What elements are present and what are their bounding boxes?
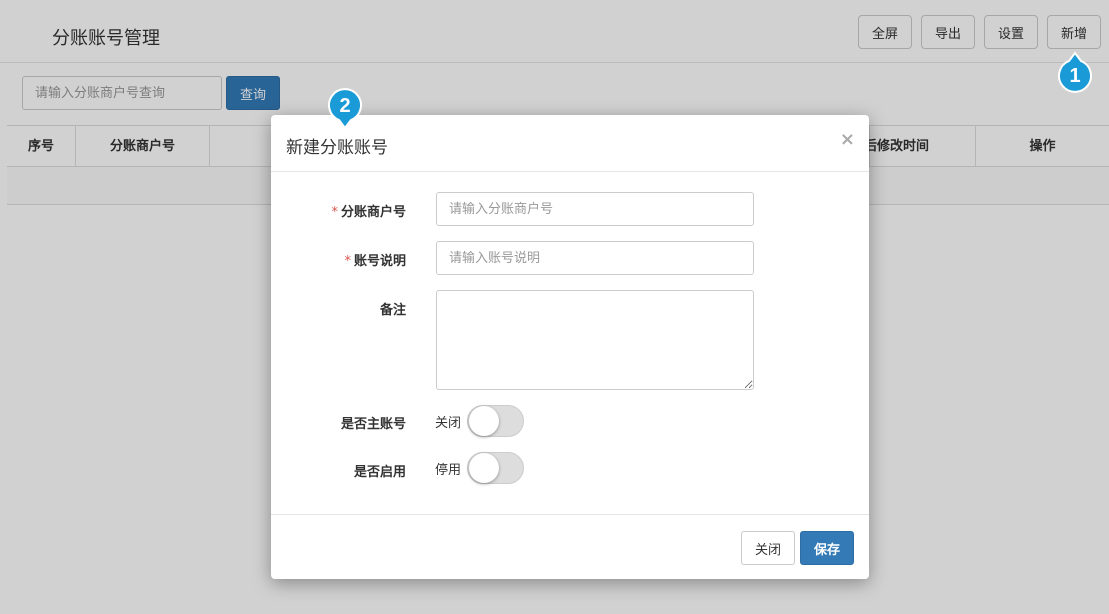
modal-footer: 关闭 保存 <box>271 514 869 579</box>
toggle-knob <box>469 453 499 483</box>
remark-textarea[interactable] <box>436 290 754 390</box>
modal-title: 新建分账账号 <box>286 138 388 158</box>
merchant-label: * 分账商户号 <box>271 201 406 220</box>
step-marker-2: 2 <box>328 88 362 130</box>
step-marker-1: 1 <box>1058 51 1092 93</box>
is-main-label: 是否主账号 <box>340 417 406 432</box>
merchant-input[interactable] <box>436 192 754 226</box>
close-icon[interactable]: × <box>840 129 855 150</box>
is-enabled-state-text: 停用 <box>435 463 462 478</box>
required-mark: * <box>331 205 338 220</box>
save-button[interactable]: 保存 <box>800 531 854 565</box>
step-marker-number: 1 <box>1069 65 1080 87</box>
description-label-text: 账号说明 <box>353 254 406 269</box>
create-account-modal: 新建分账账号 × *分账商户号 *账号说明 备注 是否主账号 关闭 是否启用 停… <box>271 115 869 579</box>
toggle-knob <box>469 406 499 436</box>
description-label: * 账号说明 <box>271 250 406 269</box>
remark-label: 备注 <box>379 303 406 318</box>
step-marker-number: 2 <box>339 95 350 117</box>
required-mark: * <box>344 254 351 269</box>
description-input[interactable] <box>436 241 754 275</box>
is-enabled-label: 是否启用 <box>353 465 406 480</box>
is-enabled-toggle[interactable] <box>467 452 524 484</box>
close-button[interactable]: 关闭 <box>741 531 795 565</box>
is-main-toggle[interactable] <box>467 405 524 437</box>
merchant-label-text: 分账商户号 <box>340 205 406 220</box>
is-main-state-text: 关闭 <box>435 416 462 431</box>
